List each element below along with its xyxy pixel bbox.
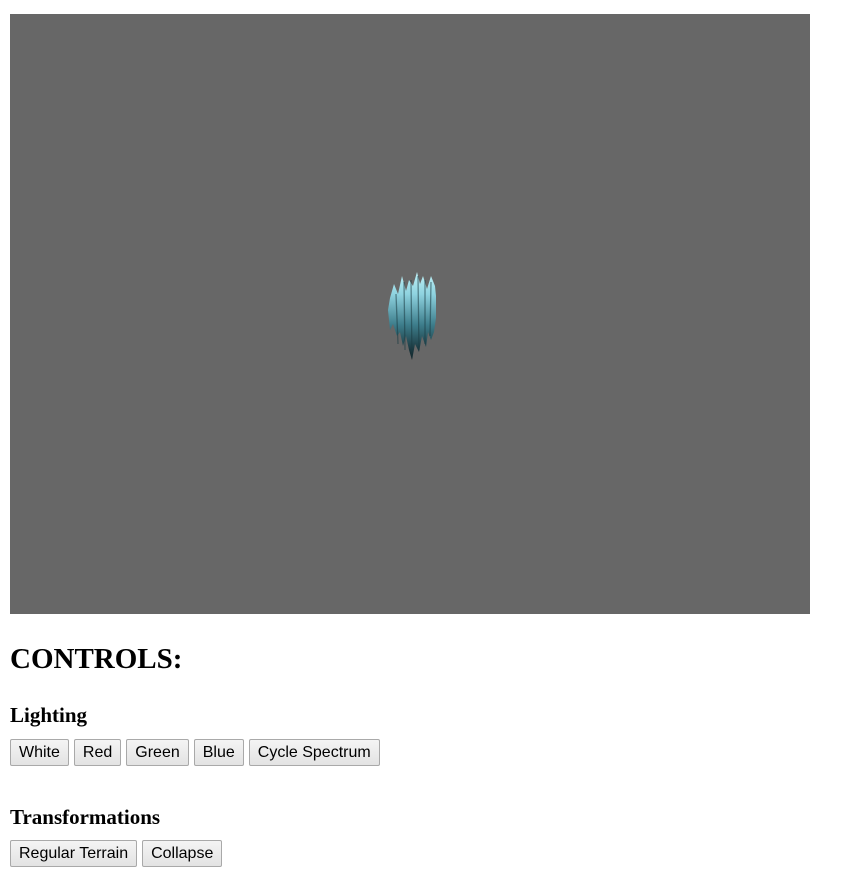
terrain-render (388, 272, 436, 360)
green-light-button[interactable]: Green (126, 739, 189, 766)
blue-light-button[interactable]: Blue (193, 739, 244, 766)
lighting-button-group: White Red Green Blue Cycle Spectrum (10, 739, 380, 766)
controls-heading: CONTROLS: (10, 643, 183, 675)
transformations-button-group: Regular Terrain Collapse (10, 840, 223, 867)
red-light-button[interactable]: Red (73, 739, 122, 766)
regular-terrain-button[interactable]: Regular Terrain (10, 840, 138, 867)
terrain-mesh (388, 272, 436, 360)
lighting-heading: Lighting (10, 703, 88, 727)
collapse-button[interactable]: Collapse (142, 840, 223, 867)
webgl-canvas[interactable] (10, 14, 810, 614)
transformations-heading: Transformations (10, 805, 161, 829)
cycle-spectrum-button[interactable]: Cycle Spectrum (248, 739, 380, 766)
white-light-button[interactable]: White (10, 739, 69, 766)
